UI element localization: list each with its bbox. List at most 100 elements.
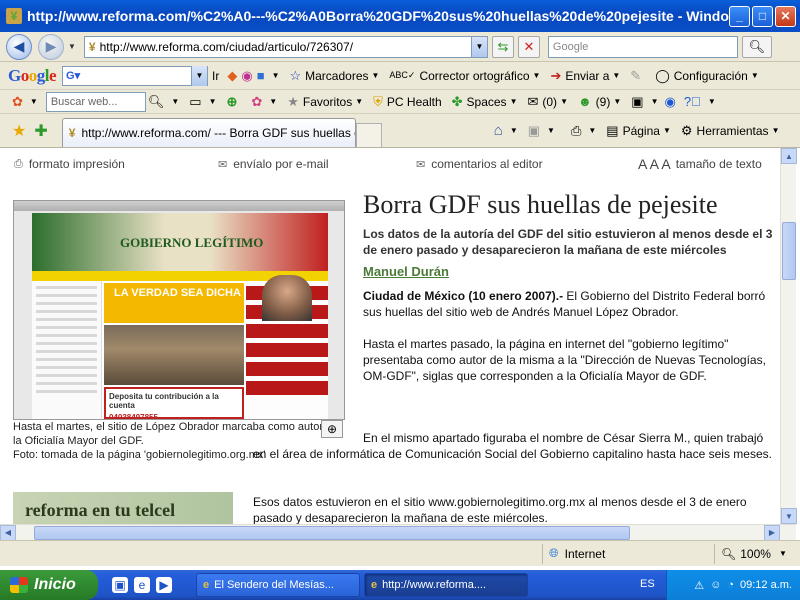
pc-health-menu[interactable]: ⛨ PC Health [373, 94, 441, 110]
msn-button[interactable]: ✿ ▼ [12, 94, 38, 110]
globe-icon: 🌐︎ [549, 546, 559, 560]
window-title-bar[interactable]: ¥ http://www.reforma.com/%C2%A0---%C2%A0… [0, 0, 800, 32]
network-icon[interactable]: ⚠ [694, 579, 704, 592]
address-dropdown-button[interactable]: ▼ [470, 36, 487, 57]
favorites-menu[interactable]: ★ Favoritos ▼ [287, 94, 363, 110]
search-button[interactable]: 🔍︎ [741, 35, 772, 58]
reforma-telcel-banner[interactable]: reforma en tu telcel [13, 492, 233, 524]
scroll-up-button[interactable]: ▲ [781, 148, 797, 164]
google-search-dropdown[interactable]: ▼ [191, 65, 208, 86]
horizontal-scrollbar[interactable]: ◀ ▶ [0, 524, 796, 541]
spellcheck-label: Corrector ortográfico [419, 68, 530, 83]
window-button[interactable]: ▭ ▼ [189, 94, 216, 110]
taskbar-item-sendero[interactable]: e El Sendero del Mesías... [196, 573, 360, 597]
address-field[interactable]: ¥ http://www.reforma.com/ciudad/articulo… [83, 35, 488, 58]
contacts-menu[interactable]: ☻ (9) ▼ [578, 94, 621, 109]
printer-icon: ⎙ [14, 157, 23, 170]
page-menu[interactable]: ▤ Página ▼ [606, 123, 671, 139]
photo-donate-box: Deposita tu contribución a la cuenta 0403… [104, 387, 244, 419]
add-favorites-button[interactable]: ✚ [34, 121, 51, 141]
mail-menu[interactable]: ✉ (0) ▼ [527, 94, 568, 110]
article-paragraph-2: Hasta el martes pasado, la página en int… [363, 337, 766, 383]
stop-button[interactable]: ✕ [517, 35, 540, 58]
page-content[interactable]: ⎙ formato impresión ✉ envíalo por e-mail ✉… [0, 148, 780, 524]
refresh-button[interactable]: ⇆ [491, 35, 514, 58]
links-toolbar: ✿ ▼ Buscar web... 🔍︎ ▼ ▭ ▼ ⊕ ✿ ▼ ★ Favoritos ▼… [0, 90, 800, 114]
quick-launch: ▣ e ▶ [112, 577, 192, 593]
scroll-right-button[interactable]: ▶ [764, 524, 780, 541]
rss-icon: ▣ [631, 93, 644, 109]
author-link[interactable]: Manuel Durán [363, 264, 779, 279]
start-button[interactable]: Inicio [0, 570, 98, 600]
spaces-menu[interactable]: ✤ Spaces ▼ [452, 94, 518, 110]
article-headline: Borra GDF sus huellas de pejesite [363, 190, 718, 219]
close-button[interactable]: ✕ [775, 5, 796, 27]
horizontal-scroll-thumb[interactable] [34, 526, 630, 540]
scroll-down-button[interactable]: ▼ [781, 508, 797, 524]
favorites-star-icon: ★ [287, 93, 299, 109]
taskbar-item-reforma[interactable]: e http://www.reforma.... [364, 573, 528, 597]
window-title: http://www.reforma.com/%C2%A0---%C2%A0Bo… [27, 8, 729, 24]
gmail-icon: ■ [256, 68, 265, 83]
settings-circle-icon: ◯ [655, 67, 670, 83]
scroll-left-button[interactable]: ◀ [0, 524, 16, 541]
rss-button[interactable]: ▣ ▼ [631, 94, 658, 110]
new-tab-button[interactable] [355, 122, 382, 147]
send-to-menu[interactable]: ➔ Enviar a ▼ [550, 68, 620, 84]
print-button[interactable]: ⎙ ▼ [571, 123, 596, 139]
mail-icon: ✉ [527, 93, 539, 109]
windows-logo-icon [10, 577, 28, 593]
add-button[interactable]: ⊕ [226, 94, 241, 110]
google-quick-buttons[interactable]: ◆ ◉ ■ ▼ [227, 68, 279, 84]
messenger-tray-icon[interactable]: ☺ [710, 579, 721, 591]
taskbar-item-label: http://www.reforma.... [382, 579, 487, 591]
media-player-icon[interactable]: ▶ [156, 577, 172, 593]
highlight-button[interactable]: ✎ [630, 68, 645, 84]
article-photo[interactable]: GOBIERNO LEGÍTIMO LA VERDAD SEA DICHA De… [13, 200, 345, 420]
security-zone[interactable]: 🌐︎ Internet [542, 543, 714, 564]
spellcheck-menu[interactable]: ABC✓ Corrector ortográfico ▼ [389, 69, 540, 83]
page-favicon: ¥ [88, 39, 96, 54]
messenger-button[interactable]: ✿ ▼ [251, 94, 277, 110]
windows-taskbar: Inicio ▣ e ▶ e El Sendero del Mesías... e… [0, 570, 800, 600]
show-desktop-icon[interactable]: ▣ [112, 577, 128, 593]
envelope-icon: ✉ [218, 158, 228, 171]
butterfly-icon: ✿ [251, 93, 263, 109]
history-dropdown-icon[interactable]: ▼ [68, 42, 76, 51]
vertical-scrollbar[interactable]: ▲ ▼ [780, 148, 797, 524]
email-link[interactable]: ✉ envíalo por e-mail [218, 156, 329, 172]
text-size-glyphs[interactable]: A A A [638, 156, 671, 172]
bookmarks-menu[interactable]: ☆ Marcadores ▼ [289, 68, 379, 84]
help-button[interactable]: ?⃝ ▼ [684, 94, 716, 109]
web-search-input[interactable]: Buscar web... [45, 91, 146, 112]
web-search-button[interactable]: 🔍︎ ▼ [148, 94, 179, 110]
language-indicator[interactable]: ES [640, 578, 655, 590]
messenger-status-button[interactable]: ◉ [664, 94, 679, 110]
favorites-center-button[interactable]: ★ [12, 121, 30, 141]
maximize-button[interactable]: □ [752, 5, 773, 27]
home-button[interactable]: ⌂ ▼ [494, 122, 518, 139]
live-search-input[interactable]: Google [547, 35, 738, 58]
zoom-control[interactable]: 🔍︎ 100% ▼ [714, 543, 800, 564]
google-search-go[interactable]: Ir [212, 69, 219, 83]
forward-button[interactable]: ▶ [38, 33, 64, 60]
print-format-link[interactable]: ⎙ formato impresión [14, 156, 125, 172]
text-size-control[interactable]: A A A tamaño de texto [638, 156, 762, 172]
vertical-scroll-thumb[interactable] [782, 222, 796, 280]
article-paragraph-3: En el mismo apartado figuraba el nombre … [253, 431, 772, 461]
ie-icon[interactable]: e [134, 577, 150, 593]
settings-menu[interactable]: ◯ Configuración ▼ [655, 68, 759, 84]
tools-menu[interactable]: ⚙ Herramientas ▼ [681, 123, 780, 139]
back-button[interactable]: ◀ [6, 33, 32, 60]
google-search-input[interactable]: G▾ ▼ [62, 65, 209, 86]
contacts-count: (9) [595, 94, 611, 109]
volume-icon[interactable]: ◔ [727, 579, 734, 591]
status-bar: 🌐︎ Internet 🔍︎ 100% ▼ [0, 540, 800, 566]
clock[interactable]: 09:12 a.m. [740, 579, 792, 591]
article-paragraph-4: Esos datos estuvieron en el sitio www.go… [253, 495, 747, 524]
feeds-button[interactable]: ▣ ▼ [528, 123, 555, 139]
address-url: http://www.reforma.com/ciudad/articulo/7… [99, 39, 354, 54]
minimize-button[interactable]: _ [729, 5, 750, 27]
tab-active[interactable]: ¥ http://www.reforma.com/ --- Borra GDF … [61, 117, 356, 147]
comments-link[interactable]: ✉ comentarios al editor [416, 156, 543, 172]
